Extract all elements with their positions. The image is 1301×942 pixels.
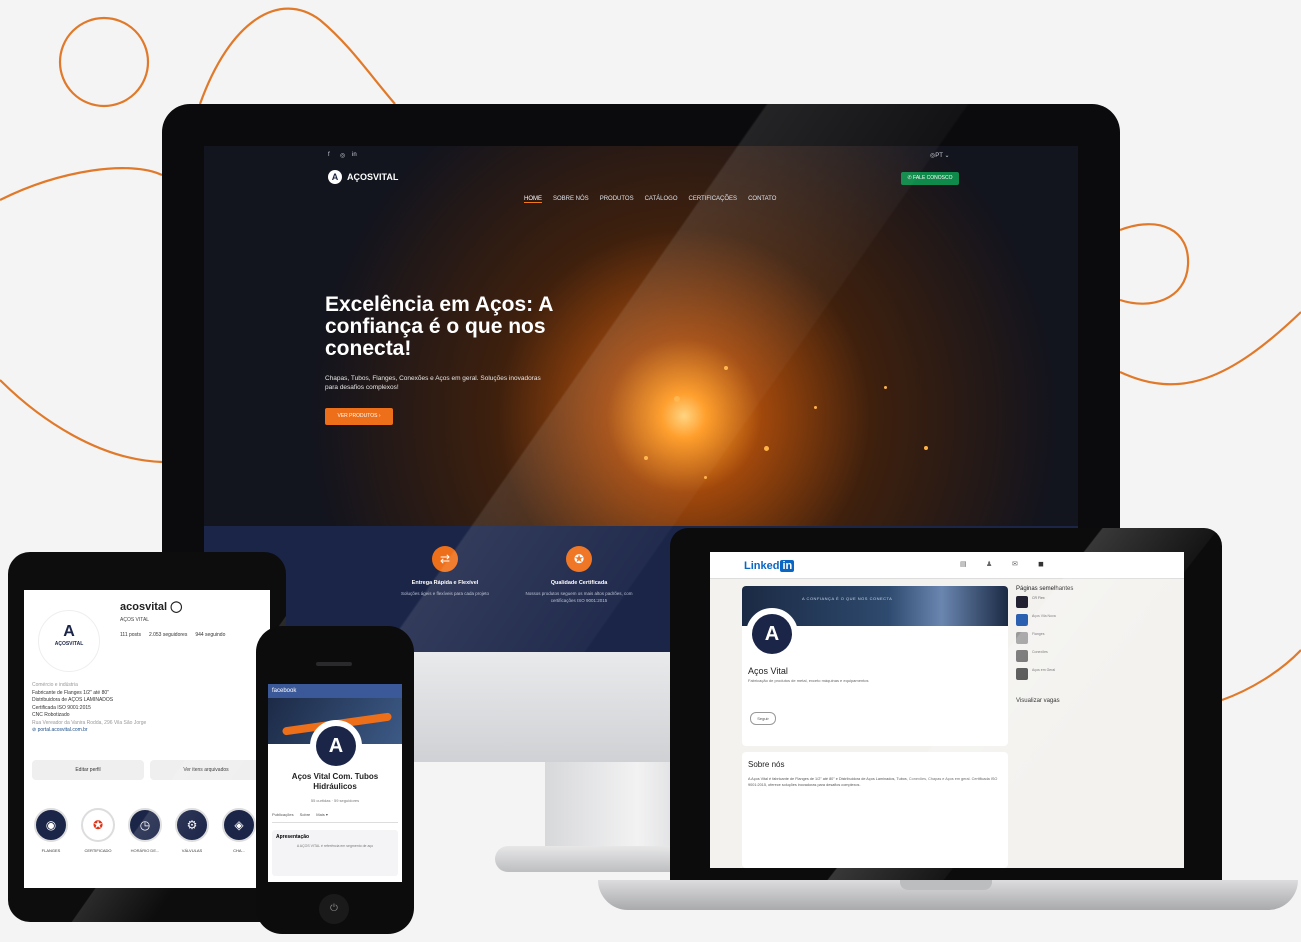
home-icon[interactable]: ▤ bbox=[960, 560, 967, 568]
feature-title: Entrega Rápida e Flexível bbox=[411, 580, 479, 586]
feature-desc: Soluções ágeis e flexíveis para cada pro… bbox=[400, 591, 490, 596]
hero-title: Excelência em Aços: A confiança é o que … bbox=[325, 293, 553, 360]
jobs-title: Visualizar vagas bbox=[1016, 698, 1060, 704]
feature-desc: Nossos produtos seguem os mais altos pad… bbox=[525, 591, 633, 603]
nav-catalogo[interactable]: CATÁLOGO bbox=[645, 196, 678, 203]
highlight-certificado[interactable]: ✪ CERTIFICADO bbox=[81, 808, 115, 853]
nav-contato[interactable]: CONTATO bbox=[748, 196, 776, 203]
about-section: Sobre nós A Aços Vital é fabricante de F… bbox=[742, 752, 1008, 868]
phone-speaker bbox=[316, 662, 352, 666]
company-card: A CONFIANÇA É O QUE NOS CONECTA A Aços V… bbox=[742, 586, 1008, 746]
similar-pages: Páginas semelhantes CR Flex Aços Vila No… bbox=[1016, 586, 1166, 868]
facebook-screen: facebook A Aços Vital Com. Tubos Hidrául… bbox=[268, 684, 402, 882]
pages-icon[interactable]: ◼ bbox=[1038, 560, 1044, 568]
view-products-button[interactable]: VER PRODUTOS › bbox=[325, 408, 393, 425]
feature-quality: ✪ Qualidade Certificada Nossos produtos … bbox=[524, 546, 634, 604]
profile-username: acosvital ◯ bbox=[120, 601, 183, 613]
profile-link[interactable]: ⊘ portal.acosvital.com.br bbox=[32, 727, 262, 735]
company-tagline: Fabricação de produtos de metal, exceto … bbox=[748, 678, 869, 683]
list-item[interactable]: Aços Vila Nova bbox=[1016, 614, 1166, 626]
smartphone: facebook A Aços Vital Com. Tubos Hidrául… bbox=[256, 626, 414, 934]
delivery-icon: ⇄ bbox=[432, 546, 458, 572]
certificate-icon: ✪ bbox=[566, 546, 592, 572]
linkedin-icon[interactable]: in bbox=[352, 152, 357, 158]
linkedin-header: Linked in ▤ ♟ ✉ ◼ bbox=[710, 552, 1184, 579]
feature-delivery: ⇄ Entrega Rápida e Flexível Soluções áge… bbox=[390, 546, 500, 597]
linkedin-logo[interactable]: Linked in bbox=[744, 560, 795, 572]
facebook-icon[interactable]: f bbox=[328, 152, 330, 158]
about-title: Sobre nós bbox=[748, 760, 785, 769]
company-avatar: A bbox=[746, 608, 798, 660]
edit-profile-button[interactable]: Editar perfil bbox=[32, 760, 144, 780]
nav-produtos[interactable]: PRODUTOS bbox=[600, 196, 634, 203]
nav-sobre[interactable]: SOBRE NÓS bbox=[553, 196, 589, 203]
list-item[interactable]: Conexões bbox=[1016, 650, 1166, 662]
list-item[interactable]: Flanges bbox=[1016, 632, 1166, 644]
page-name: Aços Vital Com. Tubos Hidráulicos bbox=[291, 772, 379, 791]
laptop: Linked in ▤ ♟ ✉ ◼ A CONFIANÇA É O QUE NOS… bbox=[670, 528, 1222, 884]
highlight-valvulas[interactable]: ⚙ VÁLVULAS bbox=[175, 808, 209, 853]
tab-mais[interactable]: Mais ▾ bbox=[316, 812, 328, 822]
archived-button[interactable]: Ver itens arquivados bbox=[150, 760, 262, 780]
about-text: A Aços Vital é fabricante de Flanges de … bbox=[748, 777, 998, 787]
highlight-flanges[interactable]: ◉ FLANGES bbox=[34, 808, 68, 853]
intro-text: A AÇOS VITAL é referência em segmento de… bbox=[296, 844, 374, 848]
profile-avatar: A AÇOSVITAL bbox=[38, 610, 100, 672]
messages-icon[interactable]: ✉ bbox=[1012, 560, 1018, 568]
tab-publicacoes[interactable]: Publicações bbox=[272, 812, 294, 822]
hero-subtitle: Chapas, Tubos, Flanges, Conexões e Aços … bbox=[325, 375, 541, 391]
intro-title: Apresentação bbox=[276, 834, 310, 840]
instagram-icon[interactable]: ◎ bbox=[340, 152, 345, 159]
page-tabs: Publicações Sobre Mais ▾ bbox=[272, 812, 398, 823]
facebook-avatar: A bbox=[310, 720, 362, 772]
feature-title: Qualidade Certificada bbox=[550, 580, 608, 586]
tab-sobre[interactable]: Sobre bbox=[300, 812, 311, 822]
highlight-chapas[interactable]: ◈ CHA... bbox=[222, 808, 256, 853]
facebook-header: facebook bbox=[268, 684, 402, 698]
tablet: A AÇOSVITAL acosvital ◯ AÇOS VITAL 111 p… bbox=[8, 552, 286, 922]
profile-bio: Comércio e indústria Fabricante de Flang… bbox=[32, 682, 262, 735]
page-stats: 55 curtidas · 59 seguidores bbox=[310, 798, 360, 803]
language-selector[interactable]: ◎PT ⌄ bbox=[930, 152, 950, 159]
top-bar: f ◎ in ◎PT ⌄ bbox=[204, 146, 1078, 166]
nav-home[interactable]: HOME bbox=[524, 196, 542, 203]
linkedin-screen: Linked in ▤ ♟ ✉ ◼ A CONFIANÇA É O QUE NOS… bbox=[710, 552, 1184, 868]
profile-name: AÇOS VITAL bbox=[120, 617, 150, 623]
company-name: Aços Vital bbox=[748, 666, 788, 676]
highlight-horario[interactable]: ◷ HORÁRIO DE... bbox=[128, 808, 162, 853]
contact-button[interactable]: ✆ FALE CONOSCO bbox=[901, 172, 959, 185]
network-icon[interactable]: ♟ bbox=[986, 560, 992, 568]
follow-button[interactable]: Seguir bbox=[750, 712, 776, 725]
similar-pages-title: Páginas semelhantes bbox=[1016, 586, 1074, 592]
laptop-notch bbox=[900, 880, 992, 890]
instagram-screen: A AÇOSVITAL acosvital ◯ AÇOS VITAL 111 p… bbox=[24, 590, 270, 888]
intro-section: Apresentação A AÇOS VITAL é referência e… bbox=[272, 830, 398, 876]
list-item[interactable]: CR Flex bbox=[1016, 596, 1166, 608]
list-item[interactable]: Aços em Geral bbox=[1016, 668, 1166, 680]
power-icon[interactable]: ⏻ bbox=[319, 894, 349, 924]
profile-stats: 111 posts 2.053 seguidores 944 seguindo bbox=[120, 632, 226, 638]
nav-certificacoes[interactable]: CERTIFICAÇÕES bbox=[689, 196, 738, 203]
